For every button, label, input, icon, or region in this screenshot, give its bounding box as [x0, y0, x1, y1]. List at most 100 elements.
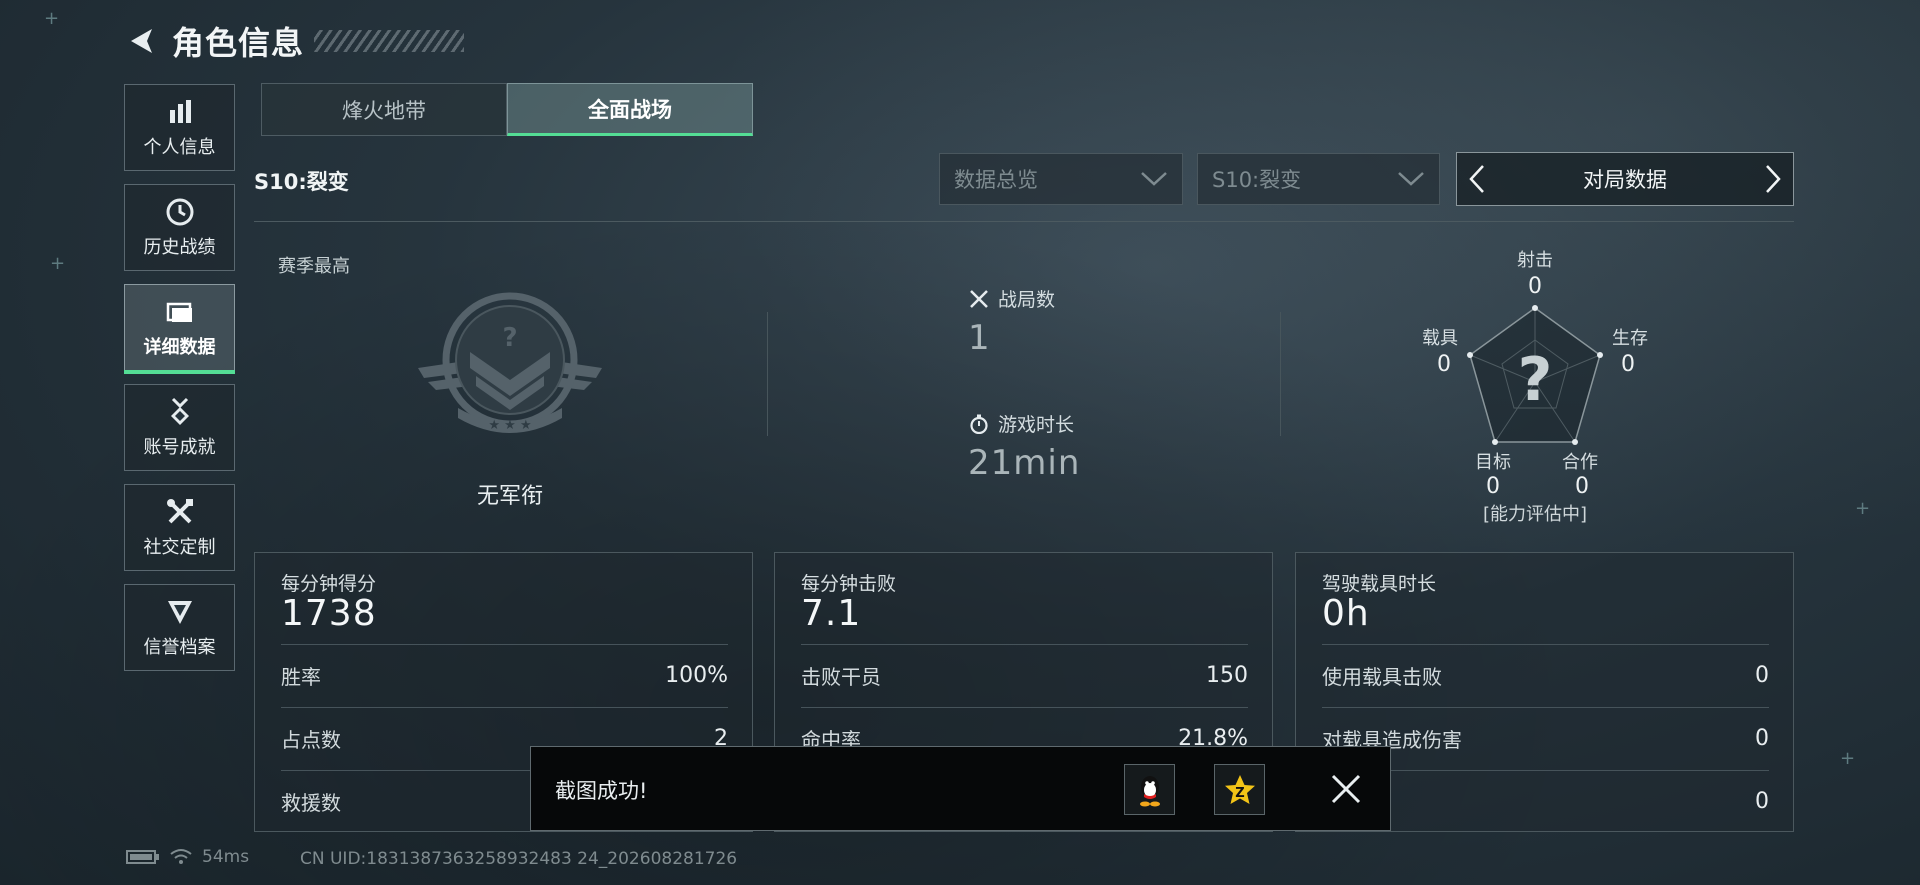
- matches-value: 1: [968, 318, 991, 358]
- stat-row: 胜率 100%: [281, 662, 728, 689]
- card-value: 7.1: [801, 593, 862, 634]
- card-divider: [801, 644, 1248, 645]
- back-button[interactable]: [126, 25, 158, 57]
- svg-text:?: ?: [502, 323, 517, 353]
- plus-decoration: +: [1855, 498, 1871, 519]
- radar-label-target: 目标: [1475, 452, 1511, 473]
- chevron-left-icon: [1469, 165, 1484, 193]
- close-icon: [1331, 774, 1361, 804]
- radar-value-target: 0: [1486, 474, 1500, 499]
- toast-message: 截图成功!: [555, 779, 648, 803]
- penguin-icon: [1139, 775, 1160, 806]
- radar-label-vehicle: 载具: [1422, 328, 1458, 349]
- bar-chart-icon: [165, 97, 195, 127]
- vertical-divider: [767, 312, 768, 436]
- card-title: 每分钟得分: [281, 573, 377, 595]
- sidebar-item-personal-info[interactable]: 个人信息: [124, 84, 235, 171]
- sidebar-item-label: 信誉档案: [143, 636, 216, 658]
- section-divider: [254, 221, 1794, 222]
- dropdown-value: S10:裂变: [1212, 168, 1302, 192]
- data-type-pager: 对局数据: [1456, 152, 1794, 206]
- radar-value-coop: 0: [1575, 474, 1589, 499]
- back-arrow-icon: [131, 29, 152, 53]
- card-divider: [1322, 644, 1769, 645]
- stat-row: 使用载具击败 0: [1322, 662, 1769, 689]
- radar-status-note: [能力评估中]: [1482, 504, 1588, 525]
- playtime-label: 游戏时长: [998, 414, 1075, 436]
- medal-icon: [165, 397, 195, 427]
- pager-prev-button[interactable]: [1457, 153, 1497, 205]
- page-title: 角色信息: [172, 24, 305, 62]
- card-value: 1738: [281, 593, 377, 634]
- status-bar: 54ms: [126, 847, 249, 867]
- share-qq-button[interactable]: [1124, 764, 1175, 815]
- wifi-icon: [170, 849, 192, 864]
- pager-next-button[interactable]: [1753, 153, 1793, 205]
- title-hatch-decoration: [314, 30, 465, 52]
- card-divider: [281, 644, 728, 645]
- sidebar-item-detailed-data[interactable]: 详细数据: [124, 284, 235, 374]
- qzone-star-icon: Z: [1224, 774, 1255, 804]
- card-title: 每分钟击败: [801, 573, 897, 595]
- card-divider: [801, 707, 1248, 708]
- radar-value-survive: 0: [1621, 352, 1635, 377]
- season-best-label: 赛季最高: [278, 256, 350, 277]
- radar-label-survive: 生存: [1612, 328, 1648, 349]
- dropdown-value: 数据总览: [954, 168, 1038, 192]
- card-divider: [281, 707, 728, 708]
- stopwatch-icon: [968, 413, 990, 435]
- matches-label: 战局数: [998, 289, 1056, 311]
- playtime-stat: 游戏时长 21min: [968, 410, 1080, 483]
- folder-icon: [165, 297, 195, 327]
- sidebar-item-label: 历史战绩: [143, 236, 216, 258]
- radar-placeholder: ?: [1518, 345, 1553, 415]
- battery-icon: [126, 850, 159, 864]
- screenshot-toast: 截图成功! Z: [530, 746, 1391, 831]
- tab-full-battlefield[interactable]: 全面战场: [507, 83, 753, 136]
- rank-emblem-icon: ? ★ ★ ★: [418, 292, 602, 433]
- sidebar-item-label: 账号成就: [143, 436, 216, 458]
- matches-stat: 战局数 1: [968, 285, 1055, 358]
- share-qzone-button[interactable]: Z: [1214, 764, 1265, 815]
- card-title: 驾驶载具时长: [1322, 573, 1437, 595]
- card-divider: [1322, 707, 1769, 708]
- ability-radar-chart: ?: [1467, 305, 1603, 445]
- sidebar-item-social-custom[interactable]: 社交定制: [124, 484, 235, 571]
- svg-text:Z: Z: [1235, 786, 1244, 801]
- season-dropdown[interactable]: S10:裂变: [1197, 153, 1440, 205]
- chevron-down-icon: [1141, 172, 1167, 186]
- radar-value-vehicle: 0: [1437, 352, 1451, 377]
- sidebar-item-label: 详细数据: [143, 336, 216, 358]
- vertical-divider: [1280, 312, 1281, 436]
- crossed-swords-icon: [968, 288, 990, 310]
- plus-decoration: +: [50, 253, 66, 274]
- sidebar-item-label: 社交定制: [143, 536, 216, 558]
- svg-text:★ ★ ★: ★ ★ ★: [488, 418, 531, 433]
- sidebar-item-history[interactable]: 历史战绩: [124, 184, 235, 271]
- radar-label-shoot: 射击: [1517, 250, 1553, 271]
- mode-tabs: 烽火地带 全面战场: [261, 83, 753, 136]
- shield-badge-icon: [165, 597, 195, 627]
- playtime-value: 21min: [968, 443, 1081, 483]
- chevron-right-icon: [1766, 165, 1781, 193]
- toast-close-button[interactable]: [1324, 767, 1368, 811]
- plus-decoration: +: [1840, 748, 1856, 769]
- sidebar: 个人信息 历史战绩 详细数据 账号成就 社交定制 信誉档案: [124, 84, 237, 684]
- pager-label: 对局数据: [1583, 168, 1667, 192]
- page-header: 角色信息: [126, 18, 465, 64]
- sidebar-item-achievements[interactable]: 账号成就: [124, 384, 235, 471]
- tab-warzone[interactable]: 烽火地带: [261, 83, 507, 136]
- stat-row: 击败干员 150: [801, 662, 1248, 689]
- card-value: 0h: [1322, 593, 1370, 634]
- overview-dropdown[interactable]: 数据总览: [939, 153, 1183, 205]
- radar-label-coop: 合作: [1562, 452, 1598, 473]
- ping-text: 54ms: [202, 847, 250, 867]
- sidebar-item-label: 个人信息: [143, 136, 216, 158]
- clock-icon: [165, 197, 195, 227]
- rank-name: 无军衔: [476, 484, 543, 509]
- tools-icon: [165, 497, 195, 527]
- plus-decoration: +: [44, 8, 60, 29]
- radar-value-shoot: 0: [1528, 274, 1542, 299]
- sidebar-item-credit[interactable]: 信誉档案: [124, 584, 235, 671]
- uid-text: CN UID:1831387363258932483 24_2026082817…: [300, 849, 738, 869]
